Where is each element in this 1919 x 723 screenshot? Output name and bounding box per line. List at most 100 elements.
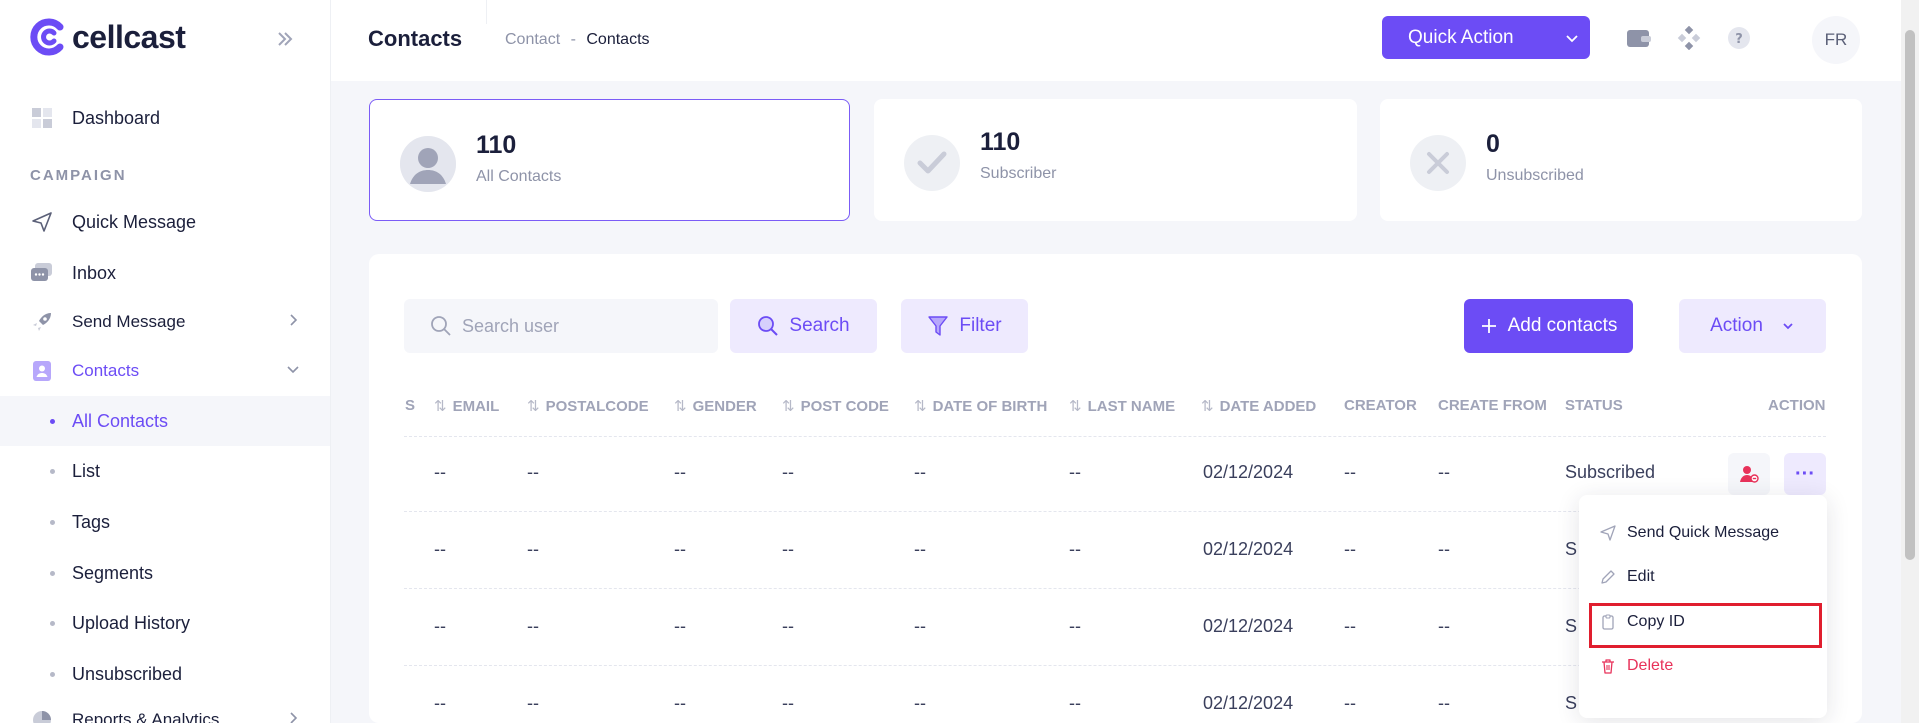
top-header: Contacts Contact - Contacts Quick Action…	[331, 0, 1901, 81]
stat-value: 110	[476, 131, 517, 159]
sidebar-item-reports[interactable]: Reports & Analytics	[30, 708, 219, 723]
cell-create-from: --	[1438, 462, 1450, 482]
menu-item-delete[interactable]: Delete	[1599, 657, 1673, 675]
sidebar-item-send-message[interactable]: Send Message	[30, 310, 185, 334]
svg-text:?: ?	[1735, 32, 1743, 47]
stat-value: 110	[980, 128, 1021, 156]
sidebar-item-inbox[interactable]: Inbox	[30, 261, 116, 285]
double-chevron-right-icon	[278, 32, 293, 46]
cell-creator: --	[1344, 616, 1356, 636]
column-header-post-code[interactable]: ⇅ POST CODE	[782, 397, 889, 416]
brand-logo[interactable]: cellcast	[30, 18, 186, 56]
page-title: Contacts	[368, 26, 463, 51]
stat-card-all-contacts[interactable]: 110 All Contacts	[369, 99, 850, 221]
sidebar-label-quick-message: Quick Message	[72, 211, 197, 232]
sort-icon: ⇅	[674, 398, 687, 415]
sidebar-label-inbox: Inbox	[72, 262, 117, 283]
sidebar-label-send-message: Send Message	[72, 312, 186, 331]
column-header-last-name[interactable]: ⇅ LAST NAME	[1069, 397, 1175, 416]
cell-status: Subscribed	[1565, 462, 1656, 482]
stat-card-subscriber[interactable]: 110 Subscriber	[874, 99, 1357, 221]
cell-last-name: --	[1069, 539, 1081, 559]
sidebar-subitem-tags[interactable]: Tags	[0, 497, 330, 547]
bullet-icon	[50, 570, 55, 576]
sidebar-subitem-list[interactable]: List	[0, 446, 330, 496]
sidebar-subitem-all-contacts[interactable]: All Contacts	[0, 396, 330, 446]
close-icon	[1410, 135, 1466, 191]
sidebar-item-dashboard[interactable]: Dashboard	[30, 106, 160, 130]
column-header-create-from: CREATE FROM	[1438, 397, 1547, 414]
cell-creator: --	[1344, 693, 1356, 713]
user-avatar[interactable]: FR	[1812, 16, 1860, 64]
bullet-icon	[50, 418, 55, 424]
sidebar-subitem-segments[interactable]: Segments	[0, 548, 330, 598]
menu-label: Edit	[1627, 568, 1655, 585]
menu-label: Send Quick Message	[1627, 524, 1780, 541]
menu-item-edit[interactable]: Edit	[1599, 568, 1655, 586]
cell-postalcode: --	[527, 693, 539, 713]
chat-icon	[30, 261, 54, 285]
stat-label: Subscriber	[980, 165, 1057, 182]
page-scrollbar[interactable]	[1901, 0, 1919, 723]
cell-post-code: --	[782, 539, 794, 559]
cellcast-logo-icon	[30, 18, 64, 56]
sort-icon: ⇅	[1069, 398, 1082, 415]
sidebar-sublabel: Tags	[72, 511, 111, 532]
paper-plane-icon	[1599, 524, 1617, 542]
cell-email: --	[434, 693, 446, 713]
column-header-gender[interactable]: ⇅ GENDER	[674, 397, 757, 416]
sidebar-label-reports: Reports & Analytics	[72, 710, 220, 723]
add-contacts-button[interactable]: Add contacts	[1464, 299, 1633, 353]
search-button[interactable]: Search	[730, 299, 877, 353]
search-box[interactable]	[404, 299, 718, 353]
sidebar-item-contacts[interactable]: Contacts	[30, 359, 139, 383]
stat-card-unsubscribed[interactable]: 0 Unsubscribed	[1380, 99, 1862, 221]
bullet-icon	[50, 468, 55, 474]
sidebar-sublabel: Unsubscribed	[72, 663, 183, 684]
sidebar-subitem-upload-history[interactable]: Upload History	[0, 598, 330, 648]
chevron-right-icon[interactable]	[286, 711, 300, 723]
menu-item-send-quick-message[interactable]: Send Quick Message	[1599, 524, 1779, 542]
cell-email: --	[434, 462, 446, 482]
column-header-partial: S	[405, 397, 416, 414]
sort-icon: ⇅	[1201, 398, 1214, 415]
cell-creator: --	[1344, 539, 1356, 559]
wallet-icon[interactable]	[1626, 25, 1652, 51]
copy-id-highlight-box	[1589, 603, 1822, 648]
sidebar-item-quick-message[interactable]: Quick Message	[30, 210, 196, 234]
unsubscribe-user-button[interactable]	[1728, 453, 1770, 495]
sidebar-subitem-unsubscribed[interactable]: Unsubscribed	[0, 649, 330, 699]
column-header-date-added[interactable]: ⇅ DATE ADDED	[1201, 397, 1316, 416]
breadcrumb-parent[interactable]: Contact	[505, 31, 560, 48]
sidebar-collapse-button[interactable]	[274, 28, 298, 52]
search-input[interactable]	[462, 315, 702, 337]
column-header-email[interactable]: ⇅ EMAIL	[434, 397, 499, 416]
sidebar-sublabel: Upload History	[72, 612, 191, 633]
bullet-icon	[50, 620, 55, 626]
column-header-date-of-birth[interactable]: ⇅ DATE OF BIRTH	[914, 397, 1047, 416]
chevron-right-icon[interactable]	[286, 313, 300, 332]
checkmark-icon	[904, 135, 960, 191]
bullet-icon	[50, 519, 55, 525]
sort-icon: ⇅	[527, 398, 540, 415]
row-more-button[interactable]: ···	[1784, 453, 1826, 495]
help-icon[interactable]: ?	[1726, 25, 1752, 51]
cell-dob: --	[914, 693, 926, 713]
scrollbar-thumb[interactable]	[1905, 30, 1915, 560]
cell-postalcode: --	[527, 462, 539, 482]
search-icon	[431, 316, 451, 336]
user-avatar-icon	[400, 136, 456, 192]
chevron-down-icon[interactable]	[286, 362, 300, 381]
sidebar-section-campaign: CAMPAIGN	[30, 167, 127, 184]
apps-diamond-icon[interactable]	[1676, 25, 1702, 51]
stat-label: All Contacts	[476, 168, 562, 185]
action-button-label: Action	[1710, 315, 1763, 336]
cell-create-from: --	[1438, 693, 1450, 713]
filter-icon	[928, 316, 949, 336]
cell-gender: --	[674, 693, 686, 713]
column-header-postalcode[interactable]: ⇅ POSTALCODE	[527, 397, 649, 416]
cell-last-name: --	[1069, 693, 1081, 713]
action-dropdown-button[interactable]: Action	[1679, 299, 1826, 353]
quick-action-button[interactable]: Quick Action	[1382, 16, 1590, 59]
filter-button[interactable]: Filter	[901, 299, 1028, 353]
